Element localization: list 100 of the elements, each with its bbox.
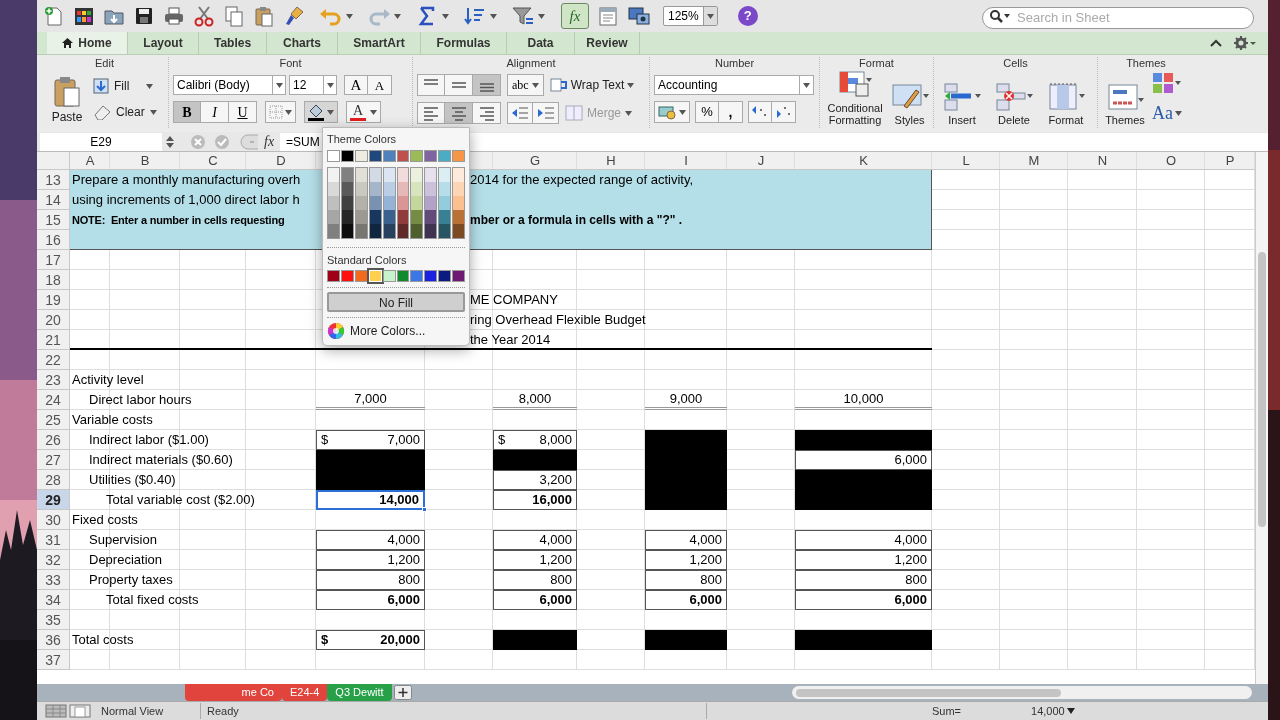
help-button[interactable]: ? (737, 6, 758, 26)
italic-button[interactable]: I (201, 101, 229, 123)
search-field[interactable]: Search in Sheet (982, 6, 1254, 29)
filled-cell[interactable] (795, 470, 932, 490)
filled-cell[interactable] (645, 630, 727, 650)
caret-icon[interactable] (490, 13, 497, 19)
row-header[interactable]: 16 (37, 230, 70, 250)
search-icon[interactable] (989, 9, 1011, 23)
collapse-icon[interactable] (1210, 39, 1222, 47)
filled-cell[interactable] (795, 630, 932, 650)
row-header[interactable]: 21 (37, 330, 70, 350)
column-header[interactable]: P (1205, 152, 1255, 170)
print-icon[interactable] (163, 5, 185, 27)
filled-cell[interactable] (645, 430, 727, 450)
align-button[interactable] (417, 102, 445, 124)
sheet-cell[interactable]: 4,000 (493, 530, 577, 550)
format-button[interactable]: Format (1042, 72, 1090, 126)
filled-cell[interactable] (795, 430, 932, 450)
color-swatch[interactable] (327, 149, 340, 162)
filled-cell[interactable] (316, 450, 425, 470)
brush-icon[interactable] (283, 5, 305, 27)
ribbon-tab[interactable]: Data (507, 32, 575, 54)
column-header[interactable]: J (727, 152, 795, 170)
row-header[interactable]: 35 (37, 610, 70, 630)
save-icon[interactable] (133, 5, 155, 27)
column-header[interactable]: O (1137, 152, 1205, 170)
ribbon-tab[interactable]: Charts (267, 32, 338, 54)
shade-strip[interactable] (410, 166, 424, 239)
caret-icon[interactable] (531, 82, 539, 88)
color-swatch[interactable] (452, 270, 466, 282)
formula-builder-button[interactable]: fx (561, 3, 589, 29)
row-header[interactable]: 37 (37, 650, 70, 670)
borders-button[interactable] (265, 101, 296, 123)
column-header[interactable]: D (246, 152, 316, 170)
caret-icon[interactable] (538, 13, 545, 19)
column-header[interactable]: L (932, 152, 1000, 170)
row-header[interactable]: 28 (37, 470, 70, 490)
row-header[interactable]: 13 (37, 170, 70, 190)
column-header[interactable]: I (645, 152, 727, 170)
shade-strip[interactable] (396, 166, 410, 239)
filled-cell[interactable] (795, 490, 932, 510)
page-layout-icon[interactable] (69, 704, 91, 718)
sheet-cell[interactable]: 800 (316, 570, 425, 590)
sheet-cell[interactable]: 4,000 (645, 530, 727, 550)
sheet-cell[interactable]: 7,000 (316, 390, 425, 410)
caret-icon[interactable] (326, 82, 334, 88)
color-swatch[interactable] (396, 270, 410, 282)
align-button[interactable] (473, 102, 501, 124)
media-icon[interactable] (627, 5, 651, 27)
color-swatch[interactable] (340, 149, 354, 162)
row-header[interactable]: 19 (37, 290, 70, 310)
filled-cell[interactable] (645, 490, 727, 510)
shade-strip[interactable] (438, 166, 452, 239)
sheet-cell[interactable]: 800 (795, 570, 932, 590)
row-header[interactable]: 36 (37, 630, 70, 650)
bold-button[interactable]: B (173, 101, 201, 123)
fill-color-button[interactable] (304, 101, 338, 123)
shade-strip[interactable] (382, 166, 396, 239)
color-swatch[interactable] (424, 149, 438, 162)
number-format-field[interactable]: Accounting (654, 75, 814, 95)
row-header[interactable]: 33 (37, 570, 70, 590)
wrap-text-button[interactable]: Wrap Text (549, 76, 635, 94)
sheet-cell[interactable]: 6,000 (316, 590, 425, 610)
sheet-cell[interactable]: $ 20,000 (316, 630, 425, 650)
color-swatch[interactable] (340, 270, 354, 282)
caret-icon[interactable] (706, 13, 714, 19)
color-swatch[interactable] (396, 149, 410, 162)
color-swatch[interactable] (368, 149, 382, 162)
row-header[interactable]: 23 (37, 370, 70, 390)
shade-strip[interactable] (368, 166, 382, 239)
caret-icon[interactable] (627, 82, 635, 88)
settings-icon[interactable] (1234, 36, 1256, 50)
caret-icon[interactable] (394, 13, 401, 19)
ribbon-tab[interactable]: Formulas (421, 32, 507, 54)
sheet-cell[interactable]: 6,000 (493, 590, 577, 610)
caret-icon[interactable] (679, 109, 686, 115)
sort-icon[interactable] (463, 5, 487, 27)
row-header[interactable]: 20 (37, 310, 70, 330)
color-swatch[interactable] (382, 149, 396, 162)
window-icon[interactable] (597, 5, 619, 27)
more-colors-item[interactable]: More Colors... (327, 322, 465, 340)
insert-button[interactable]: Insert (938, 72, 986, 126)
add-sheet-icon[interactable] (393, 685, 412, 700)
shade-strip[interactable] (340, 166, 354, 239)
ribbon-tab[interactable]: Layout (128, 32, 199, 54)
styles-button[interactable]: Styles (890, 72, 929, 126)
color-swatch[interactable] (452, 149, 466, 162)
color-swatch[interactable] (438, 149, 452, 162)
sheet-cell[interactable]: 6,000 (795, 450, 932, 470)
font-name-field[interactable]: Calibri (Body) (173, 75, 286, 95)
sheet-cell[interactable]: 10,000 (795, 390, 932, 410)
sheet-cell[interactable]: 1,200 (493, 550, 577, 570)
row-header[interactable]: 26 (37, 430, 70, 450)
caret-icon[interactable] (275, 82, 283, 88)
color-swatch[interactable] (410, 149, 424, 162)
align-button[interactable] (445, 74, 473, 96)
sheet-cell[interactable]: 14,000 (316, 490, 425, 510)
row-header[interactable]: 27 (37, 450, 70, 470)
sheet-cell[interactable]: 800 (645, 570, 727, 590)
no-fill-button[interactable]: No Fill (327, 292, 465, 312)
